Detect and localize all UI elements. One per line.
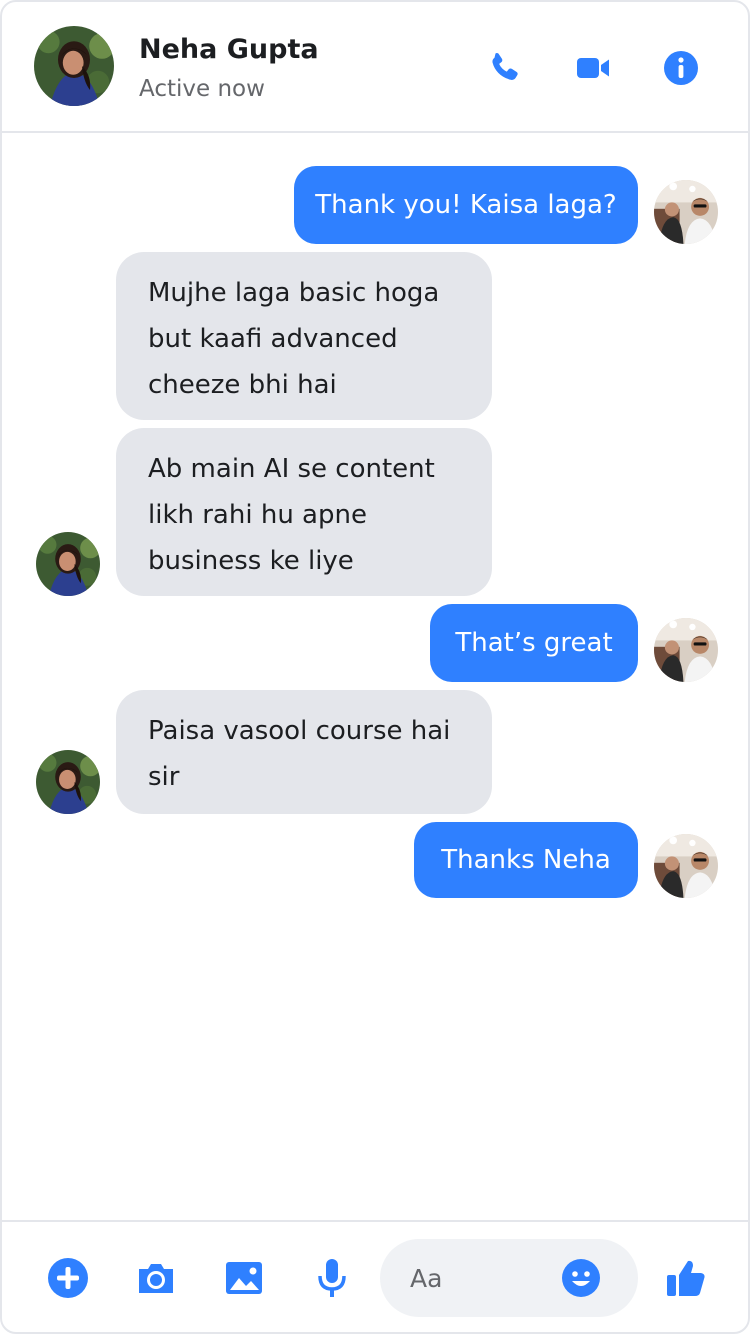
phone-icon[interactable] [485,48,525,88]
outgoing-message[interactable]: Thank you! Kaisa laga? [294,166,638,244]
sender-avatar [654,618,718,682]
microphone-icon[interactable] [310,1256,354,1300]
chat-window: Neha Gupta Active now Thank you! Kaisa l… [0,0,750,1334]
message-input[interactable] [410,1257,560,1299]
sender-avatar [654,180,718,244]
chat-header: Neha Gupta Active now [2,2,748,133]
active-status: Active now [139,76,265,102]
image-icon[interactable] [222,1256,266,1300]
thumbs-up-icon[interactable] [664,1256,708,1300]
incoming-message[interactable]: Ab main AI se content likh rahi hu apne … [116,428,492,596]
message-composer [380,1239,638,1317]
contact-avatar-small [36,750,100,814]
outgoing-message[interactable]: That’s great [430,604,638,682]
outgoing-message[interactable]: Thanks Neha [414,822,638,898]
incoming-message[interactable]: Paisa vasool course hai sir [116,690,492,814]
info-icon[interactable] [661,48,701,88]
sender-avatar [654,834,718,898]
add-icon[interactable] [46,1256,90,1300]
contact-avatar-small [36,532,100,596]
video-camera-icon[interactable] [573,48,613,88]
emoji-icon[interactable] [560,1257,602,1299]
camera-icon[interactable] [134,1256,178,1300]
contact-name[interactable]: Neha Gupta [139,34,319,65]
contact-avatar[interactable] [34,26,114,106]
incoming-message[interactable]: Mujhe laga basic hoga but kaafi advanced… [116,252,492,420]
